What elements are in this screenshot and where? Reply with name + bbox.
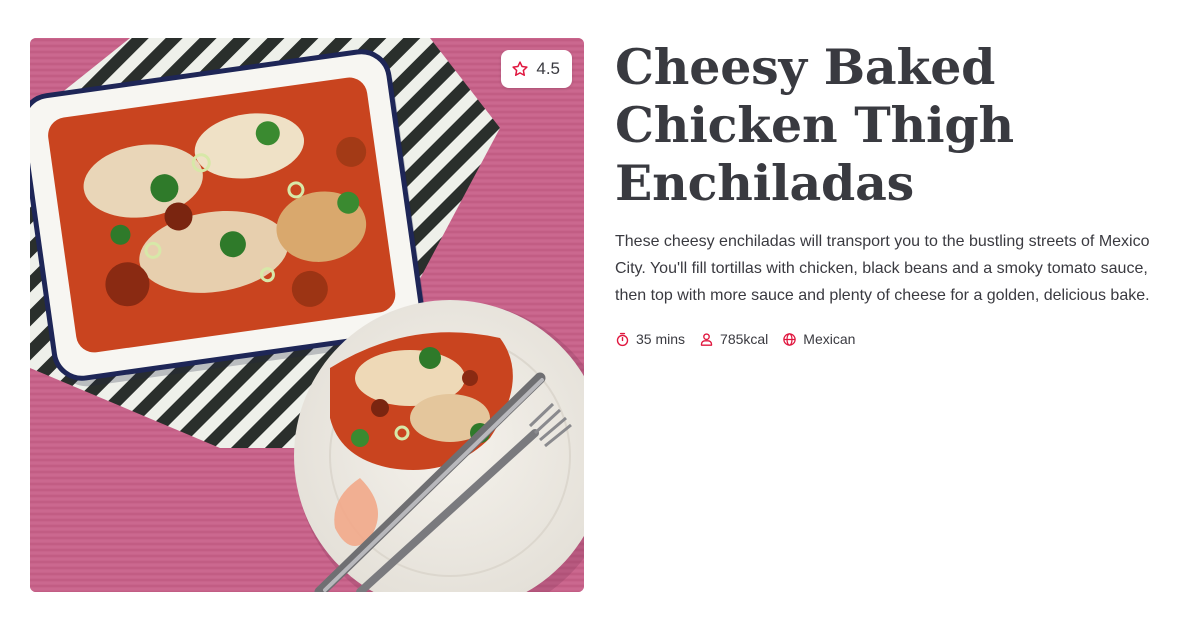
recipe-photo-illustration	[30, 38, 584, 592]
star-icon	[511, 60, 529, 78]
meta-time-label: 35 mins	[636, 331, 686, 347]
meta-calories-label: 785kcal	[720, 331, 769, 347]
meta-cuisine: Mexican	[782, 331, 855, 347]
recipe-description: These cheesy enchiladas will transport y…	[615, 233, 1150, 304]
recipe-image[interactable]: 4.5	[30, 38, 584, 592]
person-icon	[699, 332, 714, 347]
rating-value: 4.5	[536, 59, 560, 78]
meta-calories: 785kcal	[699, 331, 768, 347]
meta-time: 35 mins	[615, 331, 685, 347]
recipe-title: Cheesy Baked Chicken Thigh Enchiladas	[615, 38, 1014, 212]
timer-icon	[615, 332, 630, 347]
recipe-meta: 35 mins 785kcal Mexican	[615, 331, 1175, 347]
meta-cuisine-label: Mexican	[803, 331, 856, 347]
rating-badge[interactable]: 4.5	[501, 50, 572, 88]
globe-icon	[782, 332, 797, 347]
recipe-card: 4.5 Cheesy Baked Chicken Thigh Enchilada…	[0, 0, 1200, 630]
recipe-details: Cheesy Baked Chicken Thigh Enchiladas Th…	[615, 38, 1175, 347]
